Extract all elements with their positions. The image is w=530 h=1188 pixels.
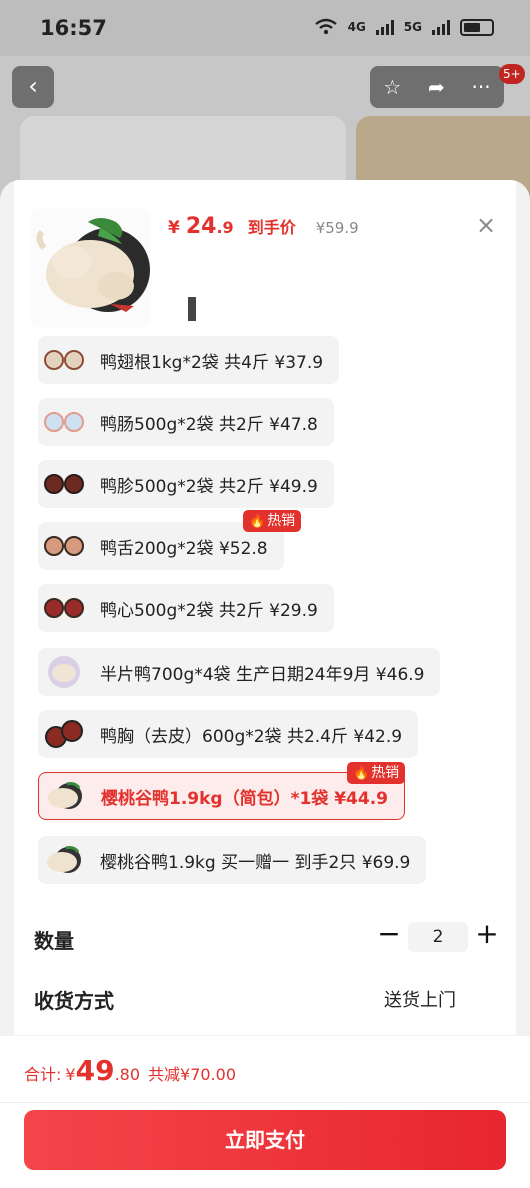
option-label: 鸭舌200g*2袋 ¥52.8 — [100, 538, 268, 559]
price-row: ¥ 24 .9 到手价 ¥59.9 — [168, 214, 359, 239]
share-icon[interactable]: ➦ — [428, 75, 445, 99]
close-icon: × — [475, 211, 497, 239]
total-currency: ¥ — [65, 1065, 76, 1084]
price-integer: 24 — [185, 214, 217, 239]
flame-icon: 🔥 — [249, 514, 266, 529]
status-bar: 16:57 4G 5G — [0, 0, 530, 56]
header-actions: ☆ ➦ ··· — [370, 66, 504, 108]
option-label: 樱桃谷鸭1.9kg 买一赠一 到手2只 ¥69.9 — [100, 852, 411, 873]
hot-badge-label: 热销 — [371, 765, 400, 781]
status-icons: 4G 5G — [314, 18, 494, 36]
flame-icon: 🔥 — [353, 766, 370, 781]
total-integer: 49 — [75, 1054, 115, 1087]
divider — [0, 1102, 530, 1103]
status-time: 16:57 — [40, 16, 107, 40]
option-label: 鸭心500g*2袋 共2斤 ¥29.9 — [100, 600, 318, 621]
shipping-method[interactable]: 送货上门 — [384, 986, 456, 1012]
product-image[interactable] — [30, 208, 150, 328]
network-4g-label: 4G — [347, 20, 366, 34]
quantity-input[interactable]: 2 — [408, 922, 468, 952]
duck-wing-thumb — [42, 338, 86, 382]
quantity-increase-button[interactable]: + — [474, 920, 500, 950]
final-price-tag: 到手价 — [247, 218, 296, 237]
option-item[interactable]: 鸭肠500g*2袋 共2斤 ¥47.8 — [38, 398, 334, 446]
more-icon[interactable]: ··· — [472, 75, 491, 99]
quantity-label: 数量 — [34, 929, 74, 953]
total-row: 合计: ¥ 49 .80 共减¥70.00 — [24, 1054, 236, 1087]
option-label: 鸭肠500g*2袋 共2斤 ¥47.8 — [100, 414, 318, 435]
back-button[interactable]: ‹ — [12, 66, 54, 108]
whole-duck-thumb — [42, 838, 86, 882]
hot-badge: 🔥 热销 — [243, 510, 302, 532]
option-label: 鸭胸（去皮）600g*2袋 共2.4斤 ¥42.9 — [100, 726, 403, 747]
option-list: 鸭翅根1kg*2袋 共4斤 ¥37.9 鸭肠500g*2袋 共2斤 ¥47.8 … — [0, 336, 530, 904]
duck-breast-thumb — [42, 712, 86, 756]
option-item[interactable]: 鸭胗500g*2袋 共2斤 ¥49.9 — [38, 460, 334, 508]
wifi-icon — [314, 18, 337, 35]
duck-intestine-thumb — [42, 400, 86, 444]
network-5g-label: 5G — [403, 20, 422, 34]
total-decimal: .80 — [114, 1065, 141, 1084]
price-currency: ¥ — [168, 218, 180, 238]
option-label: 鸭胗500g*2袋 共2斤 ¥49.9 — [100, 476, 318, 497]
pay-now-button[interactable]: 立即支付 — [24, 1110, 506, 1170]
notification-badge: 5+ — [499, 64, 525, 84]
option-label: 樱桃谷鸭1.9kg（简包）*1袋 ¥44.9 — [101, 788, 388, 809]
original-price: ¥59.9 — [315, 219, 359, 237]
close-button[interactable]: × — [474, 211, 498, 239]
sku-sheet: ¥ 24 .9 到手价 ¥59.9 × 鸭翅根1kg*2袋 共4斤 ¥37.9 … — [0, 180, 530, 1188]
shipping-label: 收货方式 — [34, 989, 114, 1013]
half-duck-thumb — [42, 650, 86, 694]
cursor-marker — [188, 297, 196, 321]
option-item[interactable]: 樱桃谷鸭1.9kg 买一赠一 到手2只 ¥69.9 — [38, 836, 427, 884]
duck-gizzard-thumb — [42, 462, 86, 506]
total-label: 合计: — [24, 1065, 62, 1084]
quantity-decrease-button[interactable]: − — [376, 920, 402, 950]
chevron-left-icon: ‹ — [28, 72, 38, 100]
star-icon[interactable]: ☆ — [383, 75, 401, 99]
battery-icon — [460, 18, 494, 36]
option-item[interactable]: 鸭翅根1kg*2袋 共4斤 ¥37.9 — [38, 336, 340, 384]
checkout-footer: 合计: ¥ 49 .80 共减¥70.00 立即支付 — [0, 1036, 530, 1188]
option-item[interactable]: 半片鸭700g*4袋 生产日期24年9月 ¥46.9 — [38, 648, 441, 696]
option-item[interactable]: 鸭心500g*2袋 共2斤 ¥29.9 — [38, 584, 334, 632]
signal-icon — [432, 19, 450, 35]
option-label: 鸭翅根1kg*2袋 共4斤 ¥37.9 — [100, 352, 324, 373]
option-item[interactable]: 鸭胸（去皮）600g*2袋 共2.4斤 ¥42.9 — [38, 710, 419, 758]
option-label: 半片鸭700g*4袋 生产日期24年9月 ¥46.9 — [100, 664, 425, 685]
whole-duck-thumb — [43, 774, 87, 818]
duck-tongue-thumb — [42, 524, 86, 568]
price-decimal: .9 — [216, 218, 234, 237]
hot-badge-label: 热销 — [267, 513, 296, 529]
total-discount: 共减¥70.00 — [148, 1065, 237, 1084]
hot-badge: 🔥 热销 — [347, 762, 406, 784]
duck-heart-thumb — [42, 586, 86, 630]
signal-icon — [375, 19, 394, 35]
